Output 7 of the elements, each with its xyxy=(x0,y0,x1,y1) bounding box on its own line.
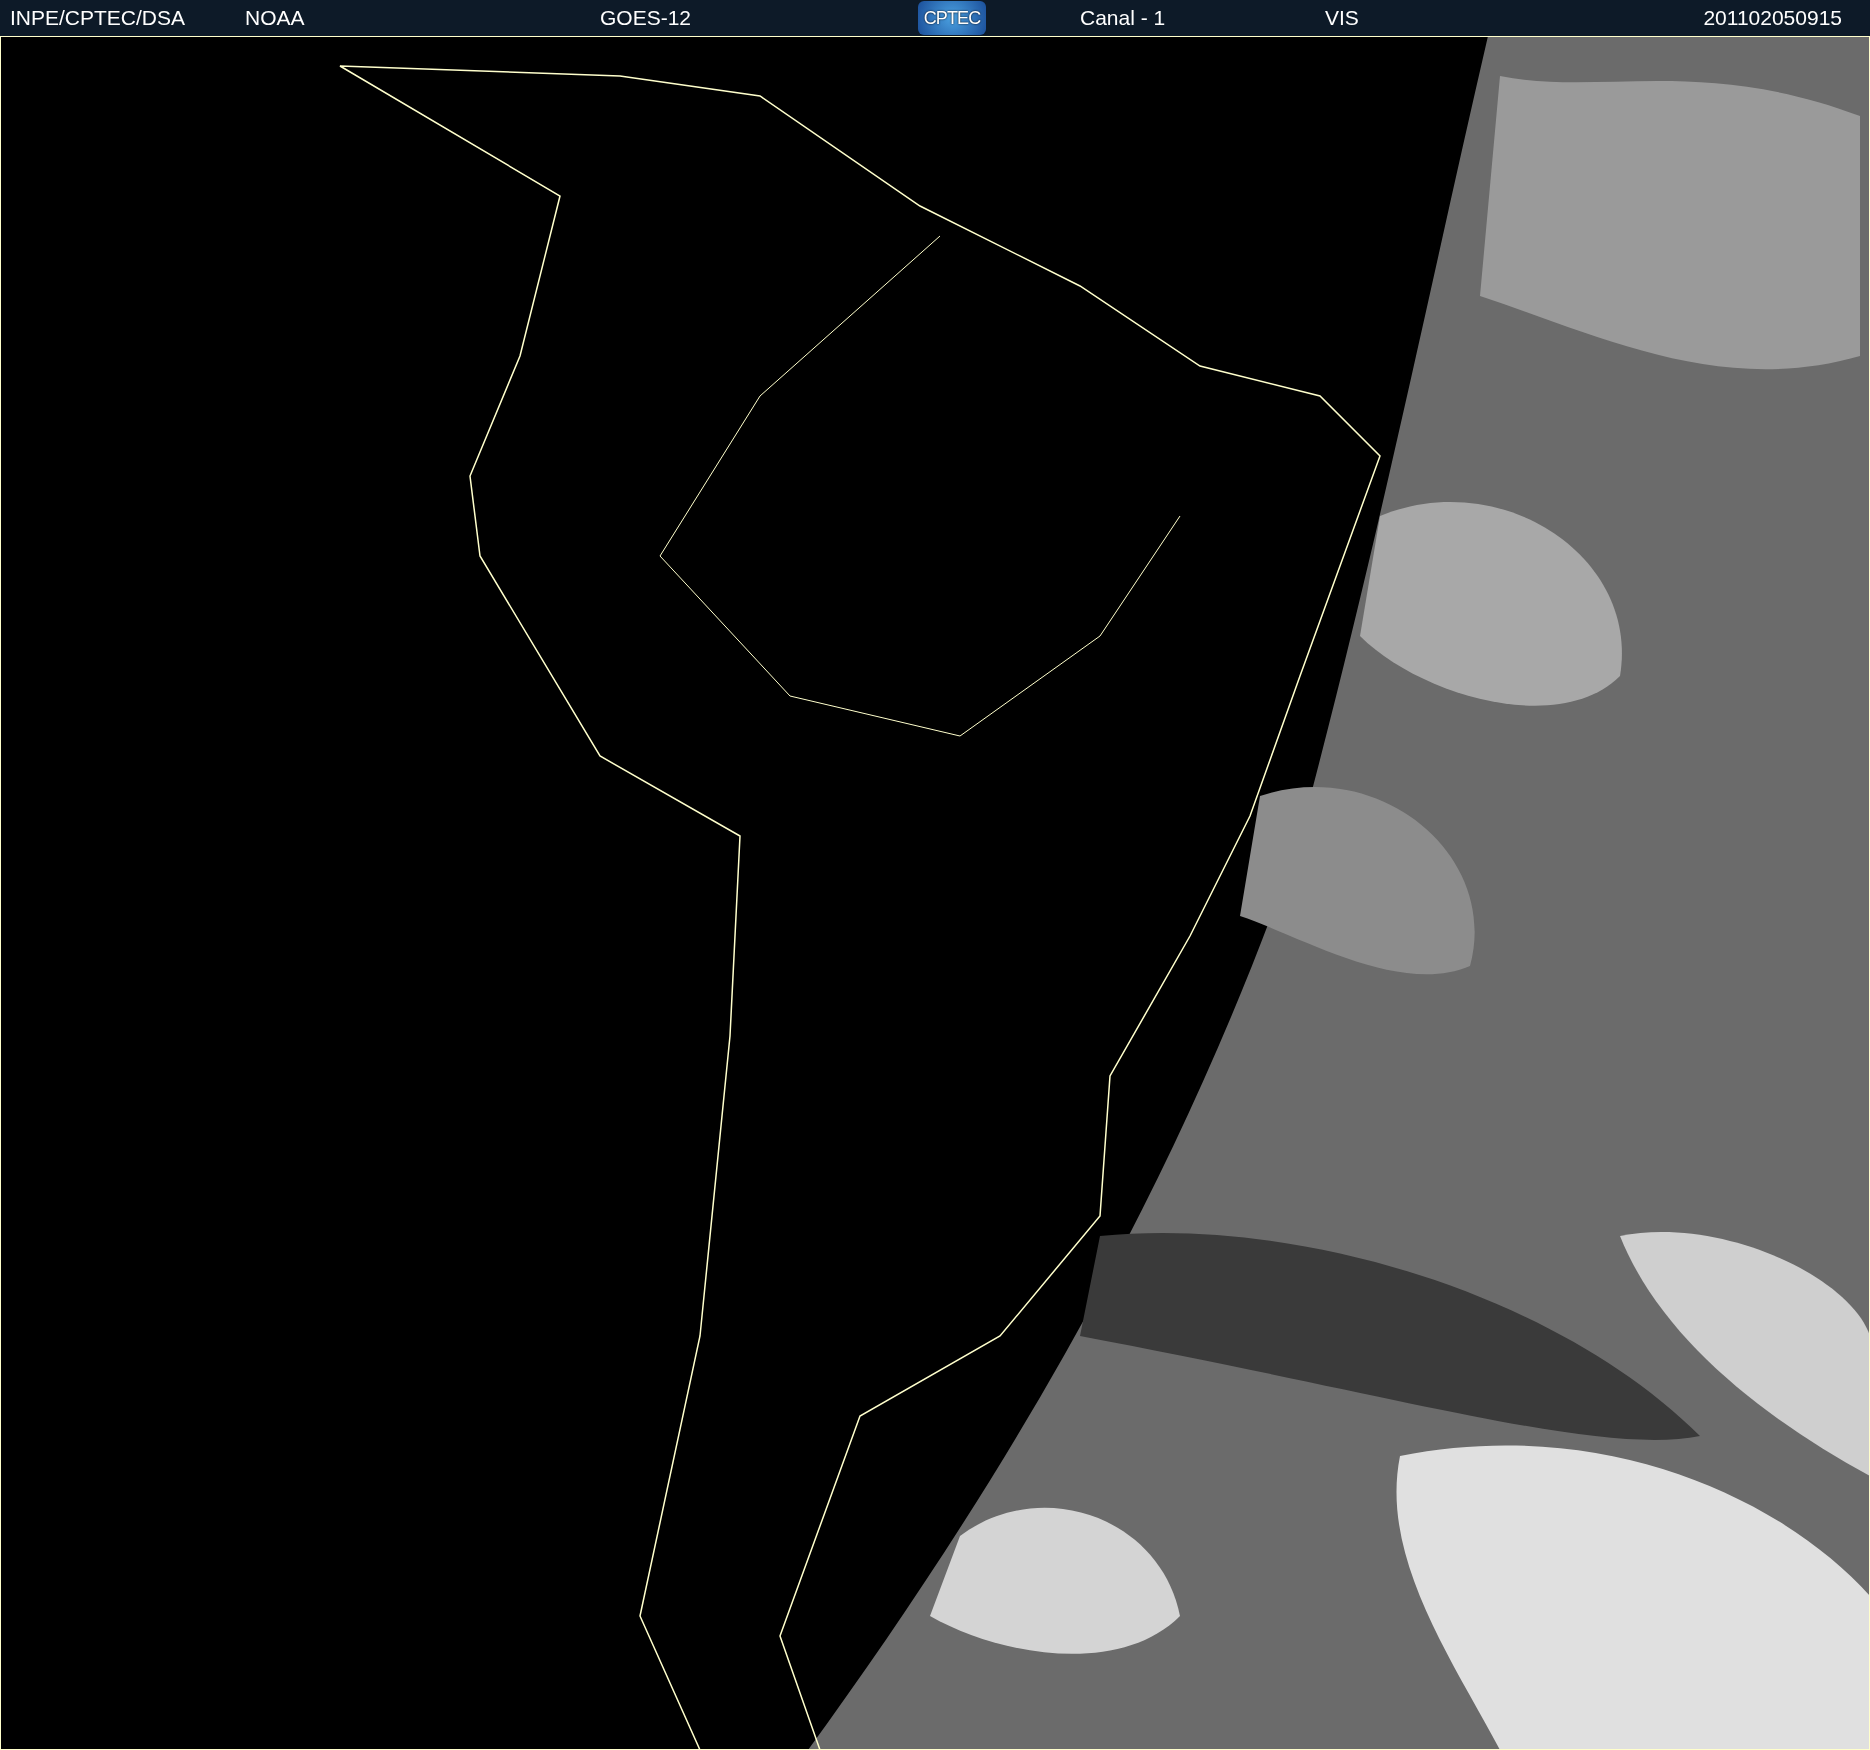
source-label: INPE/CPTEC/DSA xyxy=(10,5,187,32)
band-label: VIS xyxy=(1325,5,1359,32)
satellite-label: GOES-12 xyxy=(600,5,693,32)
logo: CPTEC xyxy=(918,1,986,35)
channel-label: Canal - 1 xyxy=(1080,5,1167,32)
agency-label: NOAA xyxy=(245,5,306,32)
timestamp-label: 201102050915 xyxy=(1703,5,1843,32)
